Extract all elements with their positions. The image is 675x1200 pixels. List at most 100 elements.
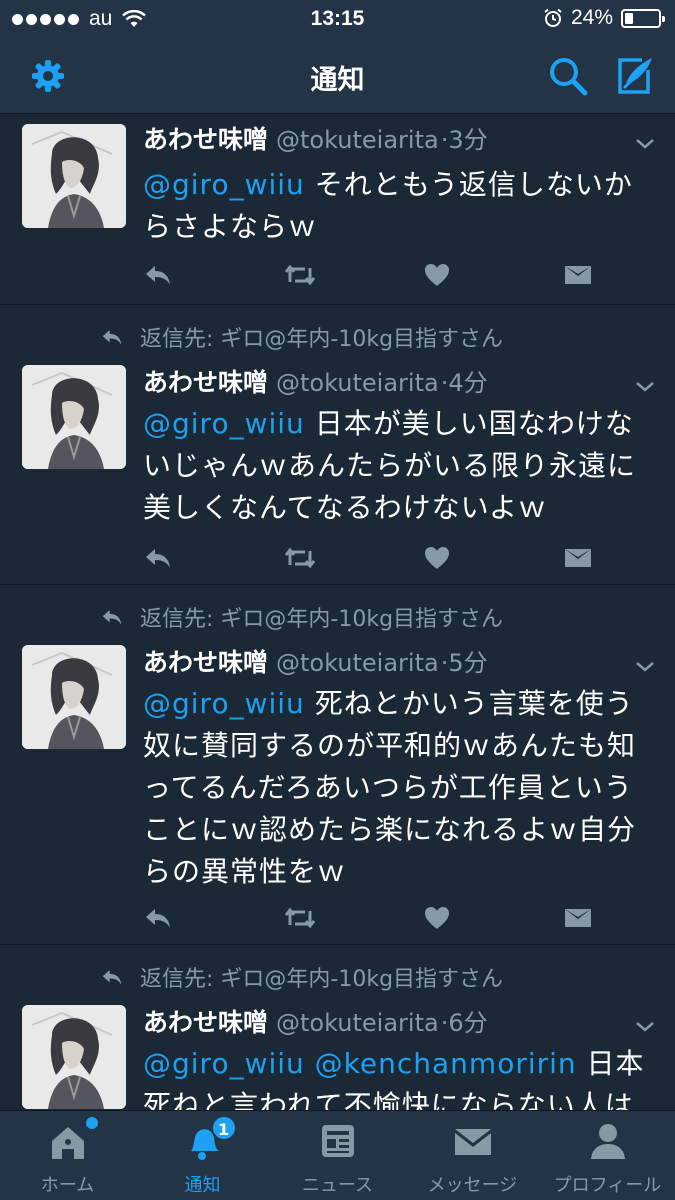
tweet-text: @giro_wiiu それともう返信しないからさよならｗ xyxy=(143,164,653,248)
like-button[interactable] xyxy=(423,903,563,933)
tab-bar: ホーム 1 通知 ニュース メッセージ プロフィール xyxy=(0,1110,675,1200)
dm-button[interactable] xyxy=(563,903,675,933)
alarm-icon xyxy=(544,8,562,27)
avatar[interactable] xyxy=(22,645,126,749)
avatar-illustration xyxy=(22,645,126,749)
tab-home[interactable]: ホーム xyxy=(0,1111,135,1200)
tweet-card[interactable]: あわせ味噌 @tokuteiarita·3分 @giro_wiiu それともう返信… xyxy=(0,114,675,305)
retweet-button[interactable] xyxy=(283,903,423,933)
tab-label: プロフィール xyxy=(553,1175,662,1196)
heart-icon xyxy=(425,907,449,929)
like-button[interactable] xyxy=(423,543,563,573)
tab-label: 通知 xyxy=(184,1175,221,1196)
tweet-text: @giro_wiiu @kenchanmoririn 日本死ねと言われて不愉快に… xyxy=(143,1043,663,1110)
tweet-header: あわせ味噌 @tokuteiarita·3分 xyxy=(143,120,488,156)
reply-context[interactable]: 返信先: ギロ@年内-10kg目指すさん xyxy=(100,321,503,353)
tweet-time: ·5分 xyxy=(440,649,488,677)
battery-icon xyxy=(621,8,665,28)
display-name[interactable]: あわせ味噌 xyxy=(143,368,268,397)
chevron-down-icon[interactable] xyxy=(633,132,657,156)
retweet-button[interactable] xyxy=(283,543,423,573)
reply-icon xyxy=(102,330,122,345)
tab-label: ホーム xyxy=(40,1175,95,1196)
tweet-time: ·4分 xyxy=(440,369,488,397)
search-icon[interactable] xyxy=(546,54,590,98)
user-handle: @tokuteiarita xyxy=(276,126,439,154)
retweet-icon xyxy=(284,907,316,929)
reply-icon xyxy=(146,549,170,568)
nav-bar: 通知 xyxy=(0,38,675,114)
notifications-timeline: あわせ味噌 @tokuteiarita·3分 @giro_wiiu それともう返信… xyxy=(0,114,675,1110)
tab-label: ニュース xyxy=(301,1175,374,1196)
tweet-actions xyxy=(143,543,675,573)
retweet-button[interactable] xyxy=(283,260,423,290)
mail-icon xyxy=(454,1129,491,1155)
dm-button[interactable] xyxy=(563,260,675,290)
tweet-header: あわせ味噌 @tokuteiarita·6分 xyxy=(143,1003,488,1039)
reply-icon xyxy=(146,909,170,928)
tab-profile[interactable]: プロフィール xyxy=(540,1111,675,1200)
reply-icon xyxy=(146,266,170,285)
reply-to-label: 返信先: ギロ@年内-10kg目指すさん xyxy=(140,607,504,632)
compose-tweet-icon[interactable] xyxy=(612,54,656,98)
profile-icon xyxy=(590,1124,625,1159)
mention-link[interactable]: @giro_wiiu xyxy=(143,407,305,440)
user-handle: @tokuteiarita xyxy=(276,649,439,677)
reply-icon xyxy=(102,970,122,985)
avatar-illustration xyxy=(22,124,126,228)
tweet-header: あわせ味噌 @tokuteiarita·4分 xyxy=(143,363,488,399)
mention-link[interactable]: @giro_wiiu xyxy=(143,687,305,720)
avatar[interactable] xyxy=(22,365,126,469)
tab-notifications[interactable]: 1 通知 xyxy=(135,1111,270,1200)
tab-label: メッセージ xyxy=(427,1175,518,1196)
status-right: 24% xyxy=(543,6,665,30)
news-icon xyxy=(321,1125,354,1157)
tweet-text: @giro_wiiu 日本が美しい国なわけないじゃんｗあんたらがいる限り永遠に美… xyxy=(143,403,653,529)
mention-link[interactable]: @giro_wiiu @kenchanmoririn xyxy=(143,1047,577,1080)
chevron-down-icon[interactable] xyxy=(633,655,657,679)
status-bar: au 13:15 24% xyxy=(0,0,675,38)
heart-icon xyxy=(425,547,449,569)
dm-button[interactable] xyxy=(563,543,675,573)
tweet-text: @giro_wiiu 死ねとかいう言葉を使う奴に賛同するのが平和的ｗあんたも知っ… xyxy=(143,683,653,893)
new-content-dot xyxy=(85,1117,98,1129)
avatar-illustration xyxy=(22,1005,126,1109)
tab-messages[interactable]: メッセージ xyxy=(405,1111,540,1200)
user-handle: @tokuteiarita xyxy=(276,1009,439,1037)
avatar-illustration xyxy=(22,365,126,469)
reply-button[interactable] xyxy=(143,903,283,933)
battery-level xyxy=(625,12,633,24)
tweet-card[interactable]: 返信先: ギロ@年内-10kg目指すさん あわせ味噌 @tokuteiarita·… xyxy=(0,305,675,585)
tweet-time: ·3分 xyxy=(440,126,488,154)
reply-icon xyxy=(102,610,122,625)
envelope-icon xyxy=(565,549,591,567)
like-button[interactable] xyxy=(423,260,563,290)
tweet-actions xyxy=(143,260,675,290)
reply-button[interactable] xyxy=(143,543,283,573)
mention-link[interactable]: @giro_wiiu xyxy=(143,168,305,201)
home-icon xyxy=(51,1127,84,1159)
battery-percent: 24% xyxy=(570,6,613,29)
avatar[interactable] xyxy=(22,1005,126,1109)
reply-button[interactable] xyxy=(143,260,283,290)
reply-context[interactable]: 返信先: ギロ@年内-10kg目指すさん xyxy=(100,601,503,633)
envelope-icon xyxy=(565,909,591,927)
display-name[interactable]: あわせ味噌 xyxy=(143,648,268,677)
tweet-card[interactable]: 返信先: ギロ@年内-10kg目指すさん あわせ味噌 @tokuteiarita·… xyxy=(0,945,675,1110)
user-handle: @tokuteiarita xyxy=(276,369,439,397)
tweet-card[interactable]: 返信先: ギロ@年内-10kg目指すさん あわせ味噌 @tokuteiarita·… xyxy=(0,585,675,945)
envelope-icon xyxy=(565,266,591,284)
reply-context[interactable]: 返信先: ギロ@年内-10kg目指すさん xyxy=(100,961,503,993)
avatar[interactable] xyxy=(22,124,126,228)
display-name[interactable]: あわせ味噌 xyxy=(143,1008,268,1037)
retweet-icon xyxy=(284,547,316,569)
heart-icon xyxy=(425,264,449,286)
tab-news[interactable]: ニュース xyxy=(270,1111,405,1200)
reply-to-label: 返信先: ギロ@年内-10kg目指すさん xyxy=(140,967,504,992)
notification-badge: 1 xyxy=(210,1115,237,1141)
display-name[interactable]: あわせ味噌 xyxy=(143,125,268,154)
reply-to-label: 返信先: ギロ@年内-10kg目指すさん xyxy=(140,327,504,352)
retweet-icon xyxy=(284,264,316,286)
chevron-down-icon[interactable] xyxy=(633,375,657,399)
chevron-down-icon[interactable] xyxy=(633,1015,657,1039)
